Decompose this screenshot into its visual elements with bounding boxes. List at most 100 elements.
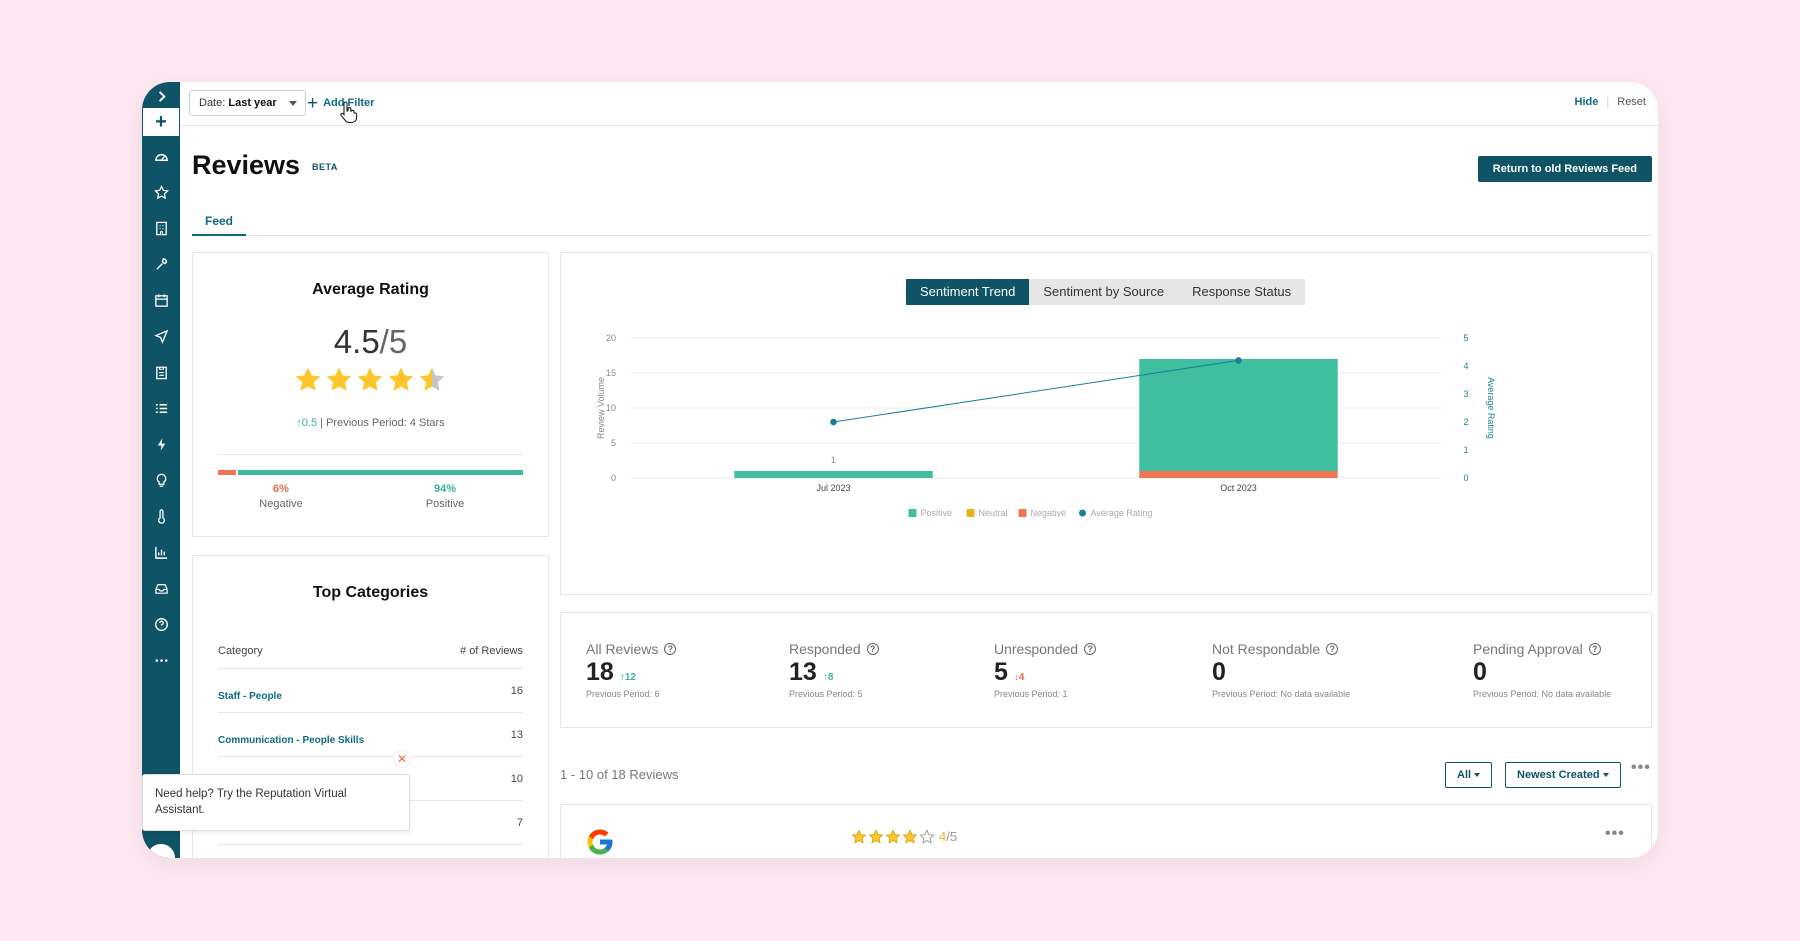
stat-label: Not Respondable?: [1212, 641, 1350, 657]
stat-value-number: 18: [586, 658, 614, 686]
legend-label: Average Rating: [1091, 508, 1153, 518]
date-filter-value: Last year: [228, 97, 277, 109]
plus-icon: +: [307, 92, 319, 114]
average-rating-card: Average Rating 4.5/5 ↑0.5 | Previous Per…: [192, 252, 549, 537]
x-tick-label: Jul 2023: [816, 483, 850, 493]
expand-icon[interactable]: [142, 82, 180, 110]
legend-label: Neutral: [979, 508, 1008, 518]
wrench-icon[interactable]: [142, 250, 180, 278]
stat-delta: ↓4: [1013, 672, 1025, 683]
y-tick-label: 15: [606, 368, 616, 378]
close-icon[interactable]: ✕: [393, 750, 411, 768]
star-icon[interactable]: [142, 178, 180, 206]
chart-icon[interactable]: [142, 538, 180, 566]
legend-marker: [908, 509, 917, 517]
sentiment-negative-fill: [218, 470, 237, 475]
stat-previous-period: Previous Period: 6: [586, 689, 660, 699]
review-rating-text: 4/5: [939, 829, 957, 844]
table-row: Staff - People 16: [218, 669, 523, 713]
tab-feed[interactable]: Feed: [192, 208, 247, 236]
chart-view-toggle: Sentiment Trend Sentiment by Source Resp…: [906, 279, 1306, 305]
tab-sentiment-by-source[interactable]: Sentiment by Source: [1029, 279, 1178, 305]
thermometer-icon[interactable]: [142, 502, 180, 530]
stat-previous-period: Previous Period: 5: [789, 689, 863, 699]
beta-badge: BETA: [312, 162, 338, 172]
more-options-icon[interactable]: •••: [1631, 759, 1651, 777]
stat-value: 0: [1473, 658, 1611, 687]
y-axis-label: Review Volume: [596, 377, 606, 439]
sentiment-chart-card: Sentiment Trend Sentiment by Source Resp…: [560, 252, 1652, 595]
help-icon[interactable]: ?: [664, 643, 677, 655]
help-icon[interactable]: [142, 610, 180, 638]
column-category: Category: [218, 645, 263, 657]
filter-all-dropdown[interactable]: All: [1445, 762, 1493, 788]
y-right-tick-label: 4: [1463, 361, 1468, 371]
sort-dropdown[interactable]: Newest Created: [1505, 762, 1621, 788]
send-icon[interactable]: [142, 322, 180, 350]
stat-value: 13 ↑8: [789, 658, 879, 687]
bar-data-label: 1: [831, 455, 836, 465]
date-filter-dropdown[interactable]: Date: Last year: [189, 90, 306, 116]
app-window: + Date: Last year + Add Filter Hide | Re…: [142, 82, 1658, 858]
bolt-icon[interactable]: [142, 430, 180, 458]
inbox-icon[interactable]: [142, 574, 180, 602]
stat-previous-period: Previous Period: No data available: [1473, 689, 1612, 699]
calendar-icon[interactable]: [142, 286, 180, 314]
positive-label: Positive: [425, 498, 465, 510]
stat-delta: ↑12: [619, 672, 636, 683]
help-icon[interactable]: ?: [1588, 643, 1601, 655]
category-link[interactable]: Communication - People Skills: [218, 735, 364, 746]
stat-value-number: 0: [1212, 658, 1226, 686]
filter-actions: Hide | Reset: [1575, 96, 1646, 108]
tab-bar: Feed: [192, 208, 1652, 236]
stat-label: All Reviews?: [586, 641, 677, 657]
review-count-text: 1 - 10 of 18 Reviews: [560, 767, 679, 782]
categories-table-header: Category # of Reviews: [218, 645, 523, 669]
divider: [218, 454, 523, 455]
stat-responded: Responded? 13 ↑8 Previous Period: 5: [789, 641, 879, 699]
more-icon[interactable]: [142, 646, 180, 674]
return-to-old-feed-button[interactable]: Return to old Reviews Feed: [1477, 156, 1652, 182]
help-icon[interactable]: ?: [1084, 643, 1097, 655]
y-tick-label: 5: [611, 438, 616, 448]
help-icon[interactable]: ?: [1326, 643, 1339, 655]
y-tick-label: 20: [606, 333, 616, 343]
negative-label: Negative: [259, 498, 303, 510]
negative-summary: 6% Negative: [241, 483, 321, 510]
help-icon[interactable]: ?: [866, 643, 879, 655]
building-icon[interactable]: [142, 214, 180, 242]
tab-response-status[interactable]: Response Status: [1178, 279, 1305, 305]
sentiment-positive-fill: [238, 470, 523, 475]
review-more-icon[interactable]: •••: [1605, 825, 1625, 843]
stat-previous-period: Previous Period: 1: [994, 689, 1068, 699]
stat-label: Unresponded?: [994, 641, 1097, 657]
stat-value: 18 ↑12: [586, 658, 676, 687]
plus-icon[interactable]: +: [143, 108, 179, 136]
virtual-assistant-prompt[interactable]: Need help? Try the Reputation Virtual As…: [142, 774, 410, 831]
bulb-icon[interactable]: [142, 466, 180, 494]
star-icon: [851, 829, 867, 844]
legend-marker: [966, 509, 975, 517]
google-icon: [587, 829, 613, 855]
y-right-axis-label: Average Rating: [1486, 377, 1496, 439]
stat-not-respondable: Not Respondable? 0 Previous Period: No dat…: [1212, 641, 1350, 699]
legend-marker: [1018, 509, 1027, 517]
category-link[interactable]: Staff - People: [218, 691, 282, 702]
stat-label-text: All Reviews: [586, 641, 659, 657]
column-review-count: # of Reviews: [460, 645, 523, 657]
x-tick-label: Oct 2023: [1220, 483, 1257, 493]
average-rating-title: Average Rating: [312, 281, 429, 298]
clipboard-icon[interactable]: [142, 358, 180, 386]
hide-filters-link[interactable]: Hide: [1575, 96, 1599, 108]
hand-cursor-icon: [340, 101, 358, 124]
review-card: 4/5 •••: [560, 804, 1652, 858]
reset-filters-link[interactable]: Reset: [1617, 96, 1646, 108]
stat-value-number: 13: [789, 658, 817, 686]
divider: |: [1606, 96, 1610, 108]
tab-sentiment-trend[interactable]: Sentiment Trend: [906, 279, 1030, 305]
star-icon: [419, 367, 445, 391]
dashboard-icon[interactable]: [142, 142, 180, 170]
filter-bar: Date: Last year + Add Filter Hide | Rese…: [180, 82, 1658, 126]
positive-summary: 94% Positive: [405, 483, 485, 510]
list-icon[interactable]: [142, 394, 180, 422]
